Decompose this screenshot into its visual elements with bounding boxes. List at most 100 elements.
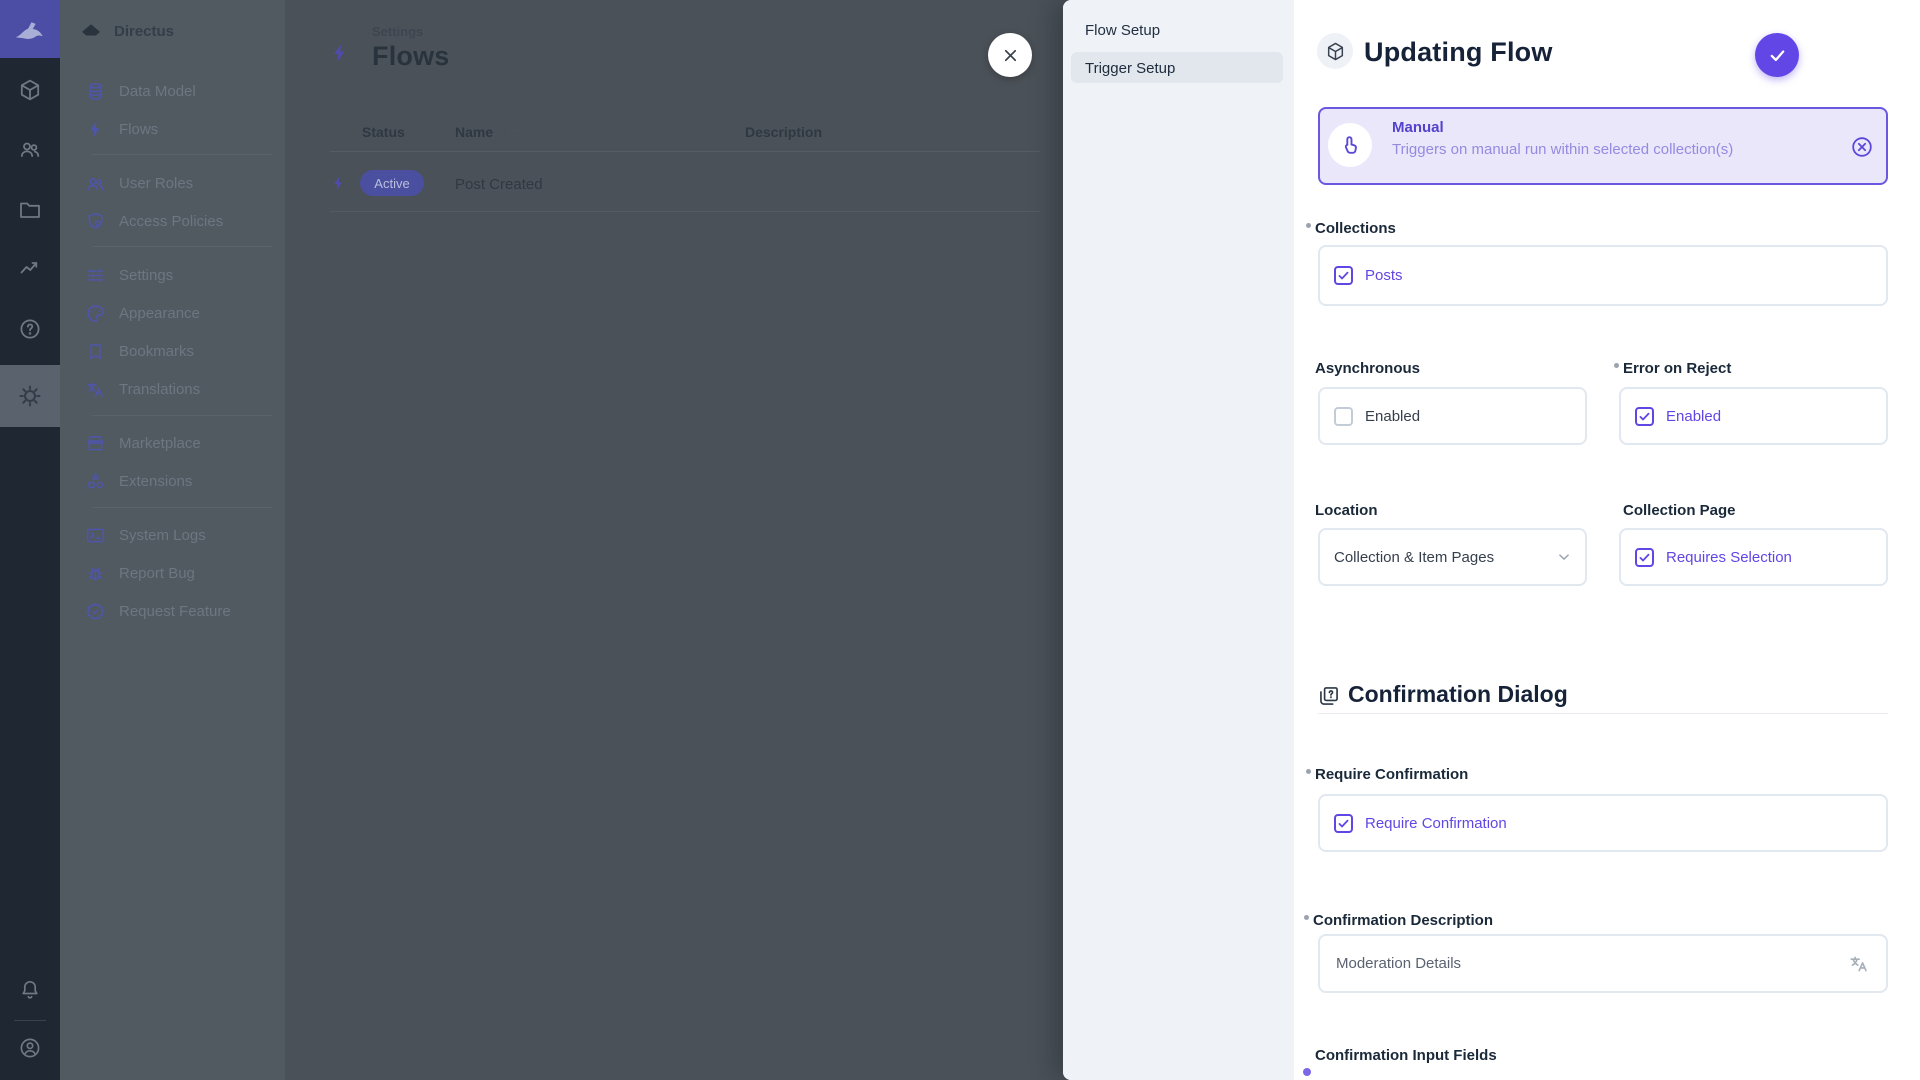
notifications-button[interactable] — [0, 968, 60, 1012]
checkbox-checked-icon[interactable] — [1334, 266, 1353, 285]
module-bar-divider — [14, 1020, 46, 1021]
translate-icon[interactable] — [1848, 953, 1870, 975]
sidebar-item-report-bug[interactable]: Report Bug — [60, 554, 285, 592]
sidebar-item-label: User Roles — [119, 175, 193, 192]
sidebar-item-settings[interactable]: Settings — [60, 256, 285, 294]
collection-page-option[interactable]: Requires Selection — [1666, 549, 1792, 566]
required-dot — [1303, 1068, 1311, 1076]
sidebar-item-label: System Logs — [119, 527, 206, 544]
bolt-icon — [330, 175, 347, 192]
checkbox-checked-icon[interactable] — [1635, 548, 1654, 567]
sidebar-item-label: Request Feature — [119, 603, 231, 620]
field-label-confirmation-description: Confirmation Description — [1313, 912, 1493, 929]
status-badge: Active — [360, 170, 424, 196]
bolt-icon — [329, 42, 351, 64]
confirmation-description-input[interactable]: Moderation Details — [1318, 934, 1888, 993]
asynchronous-option[interactable]: Enabled — [1365, 408, 1420, 425]
field-label-asynchronous: Asynchronous — [1315, 360, 1420, 377]
table-row-divider — [330, 211, 1040, 212]
terminal-icon — [85, 525, 106, 546]
new-releases-icon — [85, 601, 106, 622]
asynchronous-field: Enabled — [1318, 387, 1587, 445]
breadcrumb[interactable]: Settings — [372, 24, 423, 39]
people-icon — [18, 137, 42, 161]
module-users-button[interactable] — [0, 127, 60, 171]
checkbox-checked-icon[interactable] — [1334, 814, 1353, 833]
drawer-title: Updating Flow — [1364, 37, 1553, 68]
sidebar-item-label: Data Model — [119, 83, 196, 100]
sidebar-item-access-policies[interactable]: Access Policies — [60, 202, 285, 240]
module-insights-button[interactable] — [0, 246, 60, 290]
user-menu-button[interactable] — [0, 1026, 60, 1070]
avatar-icon — [18, 1036, 42, 1060]
column-header-name[interactable]: Name — [455, 124, 493, 140]
checkbox-unchecked-icon[interactable] — [1334, 407, 1353, 426]
remove-trigger-icon[interactable] — [1850, 135, 1874, 159]
module-settings-button[interactable] — [0, 374, 60, 418]
sidebar-item-label: Settings — [119, 267, 173, 284]
sidebar-item-label: Marketplace — [119, 435, 201, 452]
field-label-error-on-reject: Error on Reject — [1623, 360, 1731, 377]
sidebar-item-extensions[interactable]: Extensions — [60, 462, 285, 500]
sidebar-item-user-roles[interactable]: User Roles — [60, 164, 285, 202]
sidebar-item-label: Access Policies — [119, 213, 223, 230]
module-content-button[interactable] — [0, 68, 60, 112]
directus-app: Directus Data Model Flows User Roles Acc… — [0, 0, 1920, 1080]
section-divider — [1318, 713, 1888, 714]
bolt-icon — [85, 119, 106, 140]
palette-icon — [85, 303, 106, 324]
tune-icon — [85, 265, 106, 286]
module-files-button[interactable] — [0, 188, 60, 232]
required-dot — [1306, 223, 1311, 228]
close-drawer-button[interactable] — [988, 33, 1032, 77]
flow-row-icon — [330, 175, 347, 192]
sidebar-item-label: Bookmarks — [119, 343, 194, 360]
trending-chart-icon — [18, 256, 42, 280]
flows-header-icon — [329, 42, 351, 64]
table-row-flow-name[interactable]: Post Created — [455, 176, 543, 193]
sidebar-divider — [92, 507, 272, 508]
sidebar-item-request-feature[interactable]: Request Feature — [60, 592, 285, 630]
help-icon — [18, 317, 42, 341]
table-header-divider — [330, 151, 1040, 152]
save-button[interactable] — [1755, 33, 1799, 77]
settings-gear-icon — [17, 383, 43, 409]
close-icon — [1001, 46, 1020, 65]
confirmation-description-value: Moderation Details — [1336, 955, 1848, 972]
page-title: Flows — [372, 41, 450, 72]
bell-icon — [18, 978, 42, 1002]
sidebar-item-translations[interactable]: Translations — [60, 370, 285, 408]
sidebar-item-system-logs[interactable]: System Logs — [60, 516, 285, 554]
sidebar-item-label: Report Bug — [119, 565, 195, 582]
sidebar-divider — [92, 246, 272, 247]
project-header[interactable]: Directus — [60, 0, 285, 62]
drawer-nav-trigger-setup[interactable]: Trigger Setup — [1085, 53, 1275, 83]
project-name: Directus — [114, 23, 174, 40]
sidebar-item-appearance[interactable]: Appearance — [60, 294, 285, 332]
field-label-collection-page: Collection Page — [1623, 502, 1736, 519]
location-select[interactable]: Collection & Item Pages — [1318, 528, 1587, 586]
rabbit-logo-icon — [11, 14, 49, 44]
drawer-nav — [1063, 0, 1294, 1080]
column-header-description: Description — [745, 124, 822, 140]
module-help-button[interactable] — [0, 307, 60, 351]
checkbox-checked-icon[interactable] — [1635, 407, 1654, 426]
sidebar-item-bookmarks[interactable]: Bookmarks — [60, 332, 285, 370]
error-on-reject-field: Enabled — [1619, 387, 1888, 445]
sidebar-item-flows[interactable]: Flows — [60, 110, 285, 148]
column-header-status: Status — [362, 124, 405, 140]
directus-logo-button[interactable] — [0, 0, 60, 58]
sidebar-item-marketplace[interactable]: Marketplace — [60, 424, 285, 462]
require-confirmation-option[interactable]: Require Confirmation — [1365, 815, 1507, 832]
sort-icon[interactable] — [508, 129, 520, 137]
confirmation-dialog-icon — [1318, 685, 1340, 707]
trigger-card-title: Manual — [1392, 119, 1444, 136]
collections-option-posts[interactable]: Posts — [1365, 267, 1403, 284]
drawer-nav-flow-setup[interactable]: Flow Setup — [1085, 15, 1275, 45]
drawer-header-chip — [1317, 33, 1353, 69]
trigger-card-subtitle: Triggers on manual run within selected c… — [1392, 141, 1733, 158]
sidebar-item-data-model[interactable]: Data Model — [60, 72, 285, 110]
collection-page-field: Requires Selection — [1619, 528, 1888, 586]
box-icon — [18, 78, 42, 102]
error-on-reject-option[interactable]: Enabled — [1666, 408, 1721, 425]
